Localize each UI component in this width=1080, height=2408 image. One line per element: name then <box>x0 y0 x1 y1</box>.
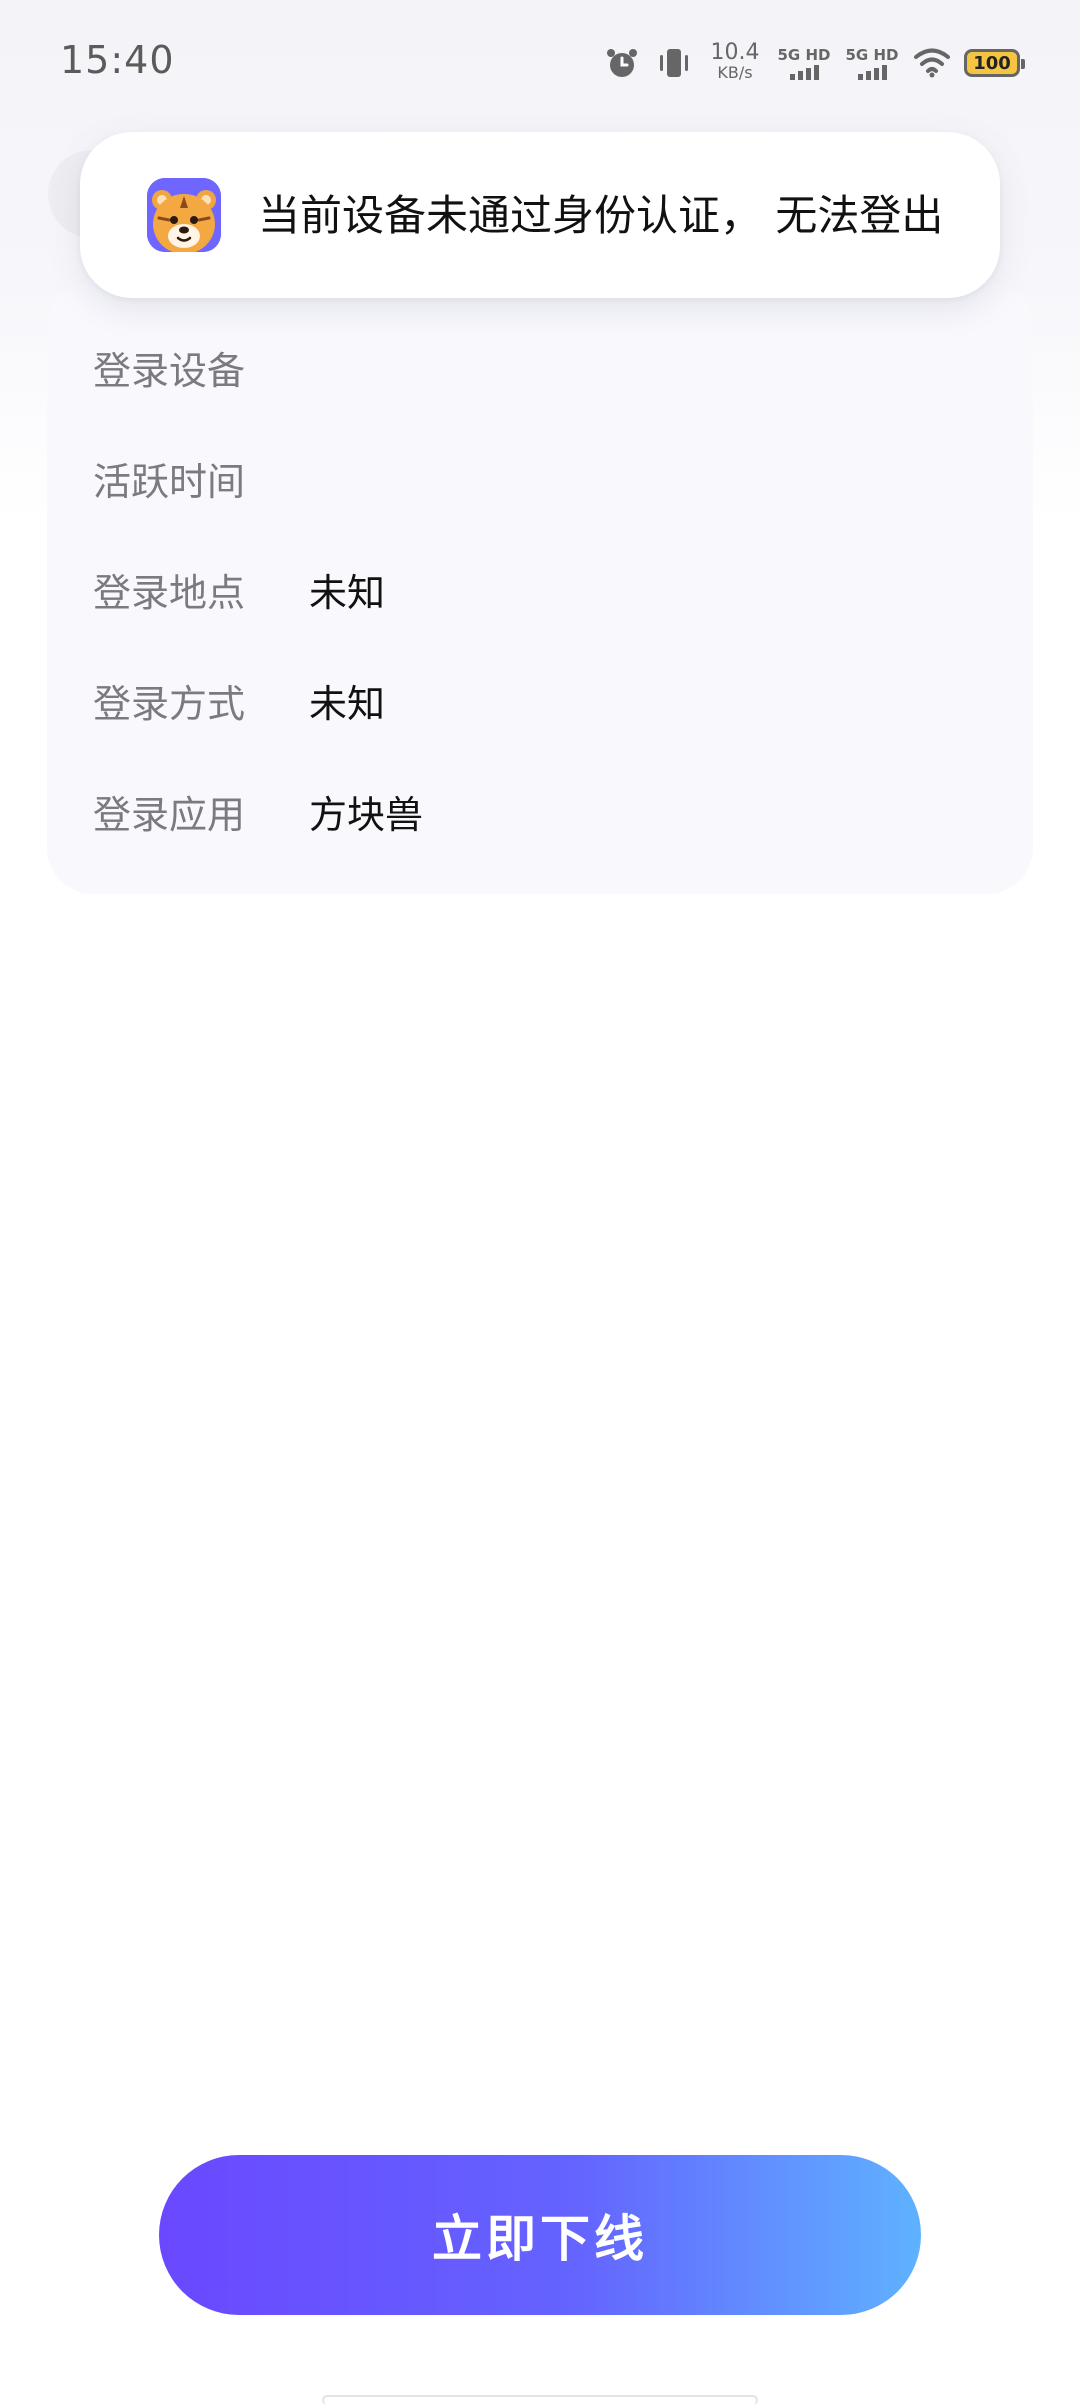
toast-message: 当前设备未通过身份认证， 无法登出 <box>258 191 944 240</box>
info-label: 登录地点 <box>93 570 246 615</box>
info-row-login-method: 登录方式 未知 <box>93 670 385 730</box>
sim1-signal-label: 5G HD <box>777 46 831 64</box>
info-row-active-time: 活跃时间 <box>93 448 309 508</box>
network-speed-value: 10.4 <box>710 40 760 65</box>
vibrate-icon <box>654 43 694 83</box>
tiger-app-icon <box>147 178 221 252</box>
status-bar: 15:40 10.4 KB/s 5G HD 5G HD 100 <box>0 0 1080 125</box>
info-label: 登录应用 <box>93 792 246 837</box>
battery-icon: 100 <box>964 49 1025 77</box>
go-offline-button[interactable]: 立即下线 <box>159 2155 921 2315</box>
wifi-icon <box>912 43 952 83</box>
go-offline-button-label: 立即下线 <box>432 2211 648 2267</box>
alarm-icon <box>602 43 642 83</box>
signal-bars-icon <box>789 64 819 80</box>
signal-bars-icon <box>857 64 887 80</box>
info-value: 未知 <box>309 570 386 615</box>
toast-notification: 当前设备未通过身份认证， 无法登出 <box>80 132 1000 298</box>
info-label: 活跃时间 <box>93 459 246 504</box>
status-time: 15:40 <box>60 38 175 82</box>
network-speed-unit: KB/s <box>717 63 753 82</box>
info-value: 方块兽 <box>309 792 424 837</box>
status-icons: 10.4 KB/s 5G HD 5G HD 100 <box>602 38 1025 88</box>
sim2-signal-label: 5G HD <box>845 46 899 64</box>
info-label: 登录方式 <box>93 681 246 726</box>
info-row-login-device: 登录设备 <box>93 337 309 397</box>
sim2-signal: 5G HD <box>844 46 900 80</box>
info-value: 未知 <box>309 681 386 726</box>
network-speed: 10.4 KB/s <box>706 40 764 83</box>
info-row-login-app: 登录应用 方块兽 <box>93 781 423 841</box>
info-row-login-location: 登录地点 未知 <box>93 559 385 619</box>
home-indicator[interactable] <box>322 2395 758 2405</box>
sim1-signal: 5G HD <box>776 46 832 80</box>
device-info-card: 登录设备 活跃时间 登录地点 未知 登录方式 未知 登录应用 方块兽 <box>47 282 1033 894</box>
info-label: 登录设备 <box>93 348 246 393</box>
